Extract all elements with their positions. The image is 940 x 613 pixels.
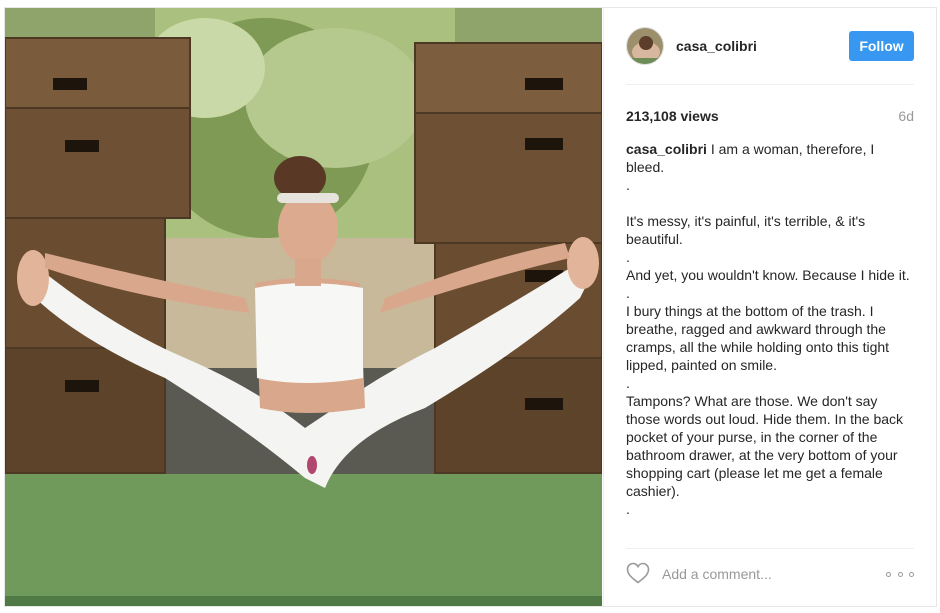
- avatar[interactable]: [626, 27, 664, 65]
- username-link[interactable]: casa_colibri: [676, 38, 757, 54]
- caption-line: .: [626, 285, 630, 301]
- avatar-image-icon: [627, 28, 663, 64]
- follow-button[interactable]: Follow: [849, 31, 914, 61]
- caption-author-link[interactable]: casa_colibri: [626, 141, 707, 157]
- post-header: casa_colibri Follow: [626, 26, 914, 68]
- caption-line: Tampons? What are those. We don't say th…: [626, 393, 904, 499]
- caption: casa_colibri I am a woman, therefore, I …: [626, 140, 914, 544]
- caption-first-line: casa_colibri I am a woman, therefore, I …: [626, 140, 914, 176]
- post-frame: casa_colibri Follow 213,108 views 6d cas…: [4, 7, 937, 607]
- post-photo[interactable]: [5, 8, 602, 606]
- post-stats: 213,108 views 6d: [626, 108, 914, 128]
- view-count: 213,108 views: [626, 108, 719, 124]
- caption-line: [626, 194, 914, 212]
- header-divider: [626, 84, 914, 85]
- dot-icon: [897, 571, 903, 577]
- heart-icon[interactable]: [626, 562, 652, 586]
- dot-icon: [886, 571, 891, 577]
- caption-line: I bury things at the bottom of the trash…: [626, 303, 890, 373]
- comment-bar: [626, 562, 914, 588]
- post-side-panel: casa_colibri Follow 213,108 views 6d cas…: [603, 8, 936, 606]
- caption-line: It's messy, it's painful, it's terrible,…: [626, 213, 866, 247]
- comment-divider: [626, 548, 914, 549]
- post-age[interactable]: 6d: [898, 108, 914, 124]
- comment-input[interactable]: [662, 563, 862, 585]
- dot-icon: [909, 571, 914, 577]
- caption-line: And yet, you wouldn't know. Because I hi…: [626, 267, 910, 283]
- caption-line: .: [626, 375, 630, 391]
- yoga-photo-illustration: [5, 8, 602, 606]
- caption-line: .: [626, 177, 630, 193]
- caption-line: .: [626, 501, 630, 517]
- more-options-icon[interactable]: [886, 568, 914, 580]
- caption-line: .: [626, 249, 630, 265]
